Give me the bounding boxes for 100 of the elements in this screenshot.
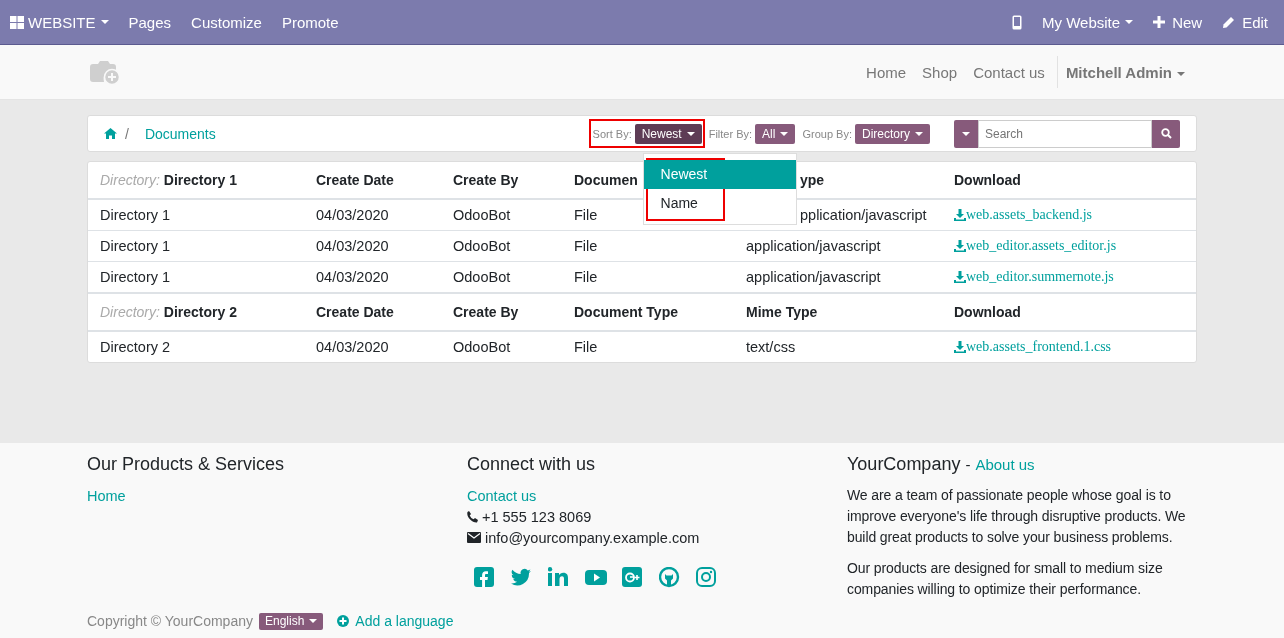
table-cell: Directory 1 <box>100 238 171 254</box>
menu-item[interactable]: Pages <box>118 13 182 31</box>
table-cell: Directory 1 <box>100 269 171 285</box>
envelope-icon <box>467 532 481 543</box>
nav-link[interactable]: Home <box>858 63 915 81</box>
caret-icon <box>962 131 970 136</box>
social-icon[interactable] <box>659 567 681 588</box>
download-link[interactable]: web.assets_frontend.1.css <box>954 338 1112 355</box>
footer-heading: Our Products & Services <box>87 454 286 476</box>
app-menu[interactable]: WEBSITE <box>10 13 119 31</box>
caret-icon <box>915 132 923 137</box>
table-cell: OdooBot <box>453 238 511 254</box>
plus-circle-icon <box>337 615 350 627</box>
footer-link[interactable]: Contact us <box>467 487 537 504</box>
table-cell: 04/03/2020 <box>316 207 389 223</box>
table-cell: OdooBot <box>453 269 511 285</box>
search-icon <box>1160 128 1172 139</box>
about-paragraph: We are a team of passionate people whose goal is to improve everyone's life through disruptive products. We build great products to solve your business problems. <box>847 486 1187 547</box>
company-name: YourCompany <box>847 454 961 475</box>
new-button[interactable]: New <box>1143 13 1213 31</box>
nav-link[interactable]: Contact us <box>965 63 1053 81</box>
menu-item[interactable]: Promote <box>271 13 349 31</box>
table-cell: Directory 2 <box>100 339 171 355</box>
caret-icon <box>686 132 695 137</box>
nav-link[interactable]: Shop <box>914 63 966 81</box>
column-header: Document Type <box>574 304 678 320</box>
caret-icon <box>309 619 318 623</box>
language-dropdown[interactable]: English <box>258 612 324 630</box>
column-header: Download <box>954 304 1021 320</box>
search-button[interactable] <box>1152 119 1180 148</box>
column-header: Create By <box>453 172 519 188</box>
control-label: Group By: <box>802 127 852 140</box>
caret-icon <box>1125 20 1134 24</box>
phone-device-icon[interactable] <box>1012 14 1023 30</box>
control-label: Sort By: <box>592 127 632 140</box>
column-header: Documen <box>574 172 638 188</box>
table-cell: File <box>574 339 598 355</box>
table-cell: application/javascript <box>746 269 881 285</box>
phone-icon <box>467 510 478 523</box>
table-cell: text/css <box>746 339 796 355</box>
footer-link[interactable]: Home <box>87 487 126 504</box>
search-field[interactable]: Search <box>978 119 1152 148</box>
breadcrumb-link[interactable]: Documents <box>144 125 216 142</box>
separator-text: - <box>965 456 971 473</box>
table-cell: File <box>574 238 598 254</box>
menu-item[interactable]: Customize <box>181 13 272 31</box>
menu-option[interactable]: Name <box>643 188 796 218</box>
download-icon <box>954 270 966 283</box>
column-header: Create By <box>453 304 519 320</box>
table-cell: OdooBot <box>453 339 511 355</box>
social-icon[interactable] <box>696 567 718 588</box>
phone-number: +1 555 123 8069 <box>482 508 592 525</box>
breadcrumb-separator: / <box>125 125 129 142</box>
control-label: Filter By: <box>708 127 753 140</box>
social-icon[interactable] <box>622 567 644 588</box>
menu-option[interactable]: Newest <box>643 159 796 189</box>
download-icon <box>954 340 966 353</box>
dropdown-button[interactable]: All <box>755 123 796 144</box>
download-icon <box>954 239 966 252</box>
website-menu[interactable]: My Website <box>1032 13 1144 31</box>
download-link[interactable]: web_editor.summernote.js <box>954 268 1114 285</box>
search-options-button[interactable] <box>954 119 978 148</box>
column-header: Create Date <box>316 172 394 188</box>
table-cell: Directory 1 <box>100 207 171 223</box>
plus-icon <box>1153 16 1166 28</box>
social-icon[interactable] <box>474 567 496 588</box>
add-language-link[interactable]: Add a language <box>355 613 454 629</box>
social-icon[interactable] <box>548 567 570 588</box>
column-header: Directory: Directory 1 <box>100 172 237 188</box>
table-cell: File <box>574 269 598 285</box>
social-icon[interactable] <box>585 567 607 588</box>
table-cell: 04/03/2020 <box>316 238 389 254</box>
table-cell: File <box>574 207 598 223</box>
column-header: Directory: Directory 2 <box>100 304 237 320</box>
edit-button[interactable]: Edit <box>1212 13 1278 31</box>
table-cell: application/javascript <box>746 238 881 254</box>
about-paragraph: Our products are designed for small to medium size companies willing to optimize their performance. <box>847 559 1164 599</box>
table-cell: 04/03/2020 <box>316 269 389 285</box>
dropdown-button[interactable]: Directory <box>855 123 930 144</box>
footer-heading: Connect with us <box>467 454 597 476</box>
social-icon[interactable] <box>511 567 533 588</box>
user-menu[interactable]: Mitchell Admin <box>1057 63 1197 81</box>
download-link[interactable]: web.assets_backend.js <box>954 206 1092 223</box>
copyright-text: Copyright © YourCompany <box>87 613 253 629</box>
column-header: Download <box>954 172 1021 188</box>
email-address: info@yourcompany.example.com <box>485 529 700 546</box>
column-header: Mime Type <box>746 304 818 320</box>
about-link[interactable]: About us <box>975 456 1035 473</box>
caret-icon <box>780 132 789 137</box>
download-icon <box>954 208 966 221</box>
column-header: Create Date <box>316 304 394 320</box>
caret-icon <box>1177 71 1185 76</box>
table-cell: 04/03/2020 <box>316 339 389 355</box>
column-header: ype <box>800 172 825 188</box>
table-cell: OdooBot <box>453 207 511 223</box>
pencil-icon <box>1222 15 1236 29</box>
dropdown-button[interactable]: Newest <box>634 123 702 144</box>
grid-icon <box>10 15 24 29</box>
home-icon[interactable] <box>104 128 117 139</box>
download-link[interactable]: web_editor.assets_editor.js <box>954 237 1117 254</box>
